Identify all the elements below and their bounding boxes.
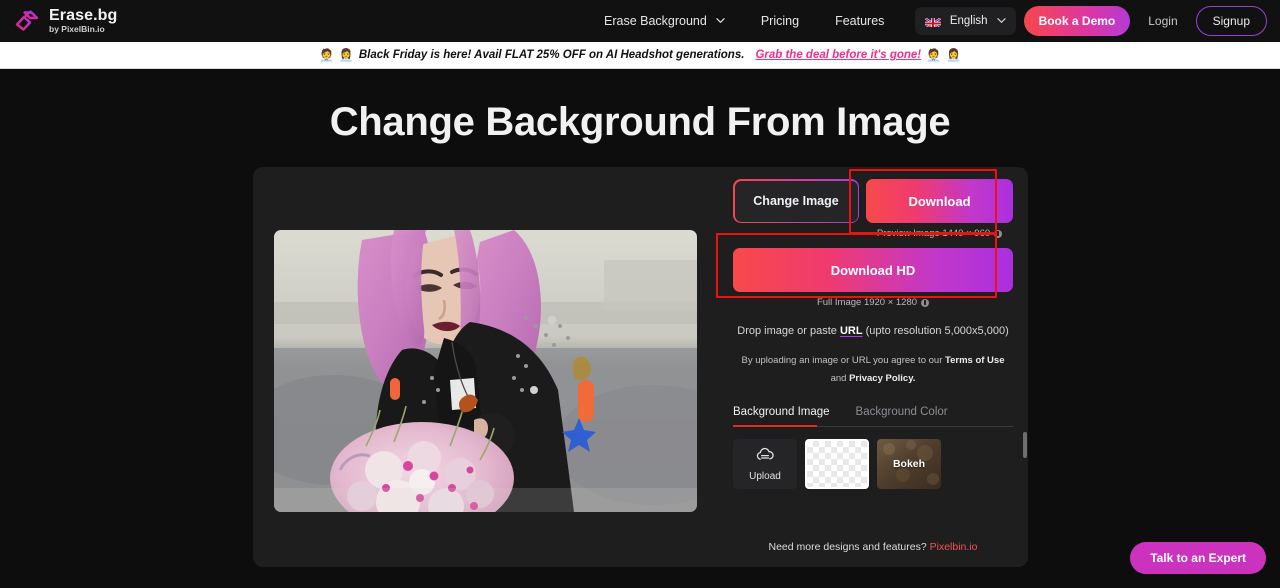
bokeh-label: Bokeh [892,458,926,470]
download-caption: Preview Image 1440 × 960 [866,228,1013,239]
drop-hint-prefix: Drop image or paste [737,325,840,337]
chevron-down-icon [716,16,725,25]
talk-to-an-expert-button[interactable]: Talk to an Expert [1130,542,1266,574]
person-emoji-icon: 🧑‍💼 [926,48,942,62]
person-emoji-icon: 👩‍💼 [338,48,354,62]
promo-banner-cta-link[interactable]: Grab the deal before it's gone! [755,49,921,61]
download-hd-group: Download HD Full Image 1920 × 1280 [733,248,1013,308]
cloud-upload-icon [755,447,775,467]
need-more-label: Need more designs and features? [768,541,930,553]
top-navigation-bar: Erase.bg by PixelBin.io Erase Background… [0,0,1280,42]
language-selector[interactable]: English [914,7,1016,35]
download-hd-caption: Full Image 1920 × 1280 [733,297,1013,308]
upload-background-button[interactable]: Upload [733,439,797,489]
privacy-policy-link[interactable]: Privacy Policy. [849,373,915,384]
terms-of-use-link[interactable]: Terms of Use [945,355,1004,366]
background-tabs: Background Image Background Color [733,406,1013,427]
primary-actions-row: Change Image Download Preview Image 1440… [733,179,1013,239]
drop-hint-suffix: (upto resolution 5,000x5,000) [862,325,1009,337]
transparent-background-thumbnail[interactable] [805,439,869,489]
language-label: English [949,15,988,27]
erase-bg-logo-icon [13,7,41,35]
preview-image[interactable] [274,230,697,512]
person-emoji-icon: 👩‍💼 [946,48,962,62]
nav-item-label: Erase Background [604,14,707,28]
background-thumbnails: Upload Bokeh [733,439,1013,489]
info-icon[interactable] [921,298,930,307]
nav-actions: English Book a Demo Login Signup [914,0,1267,42]
person-emoji-icon: 🧑‍💼 [318,48,334,62]
page-title: Change Background From Image [329,100,951,144]
url-link[interactable]: URL [840,325,863,337]
terms-and: and [830,373,850,384]
nav-item-label: Pricing [760,14,800,28]
brand-logo-link[interactable]: Erase.bg by PixelBin.io [13,7,117,35]
need-more-designs-text: Need more designs and features? Pixelbin… [718,541,1028,553]
terms-text: By uploading an image or URL you agree t… [733,352,1013,388]
download-hd-caption-text: Full Image 1920 × 1280 [816,297,918,308]
download-button[interactable]: Download [866,179,1013,223]
panel-scrollbar-track[interactable] [1022,167,1028,567]
change-image-button[interactable]: Change Image [734,180,858,222]
tab-background-color[interactable]: Background Color [856,406,948,426]
terms-prefix: By uploading an image or URL you agree t… [741,355,945,366]
promo-banner: 🧑‍💼 👩‍💼 Black Friday is here! Avail FLAT… [0,42,1280,69]
nav-item-features[interactable]: Features [835,14,884,28]
tab-background-image[interactable]: Background Image [733,406,830,426]
signup-button[interactable]: Signup [1195,6,1267,36]
info-icon[interactable] [994,229,1003,238]
nav-item-pricing[interactable]: Pricing [761,14,799,28]
brand-title: Erase.bg [49,7,118,25]
nav-links: Erase Background Pricing Features Blogs [604,0,952,42]
active-tab-indicator [733,425,817,427]
nav-item-label: Features [835,14,885,28]
download-caption-text: Preview Image 1440 × 960 [876,228,991,239]
drop-hint-text: Drop image or paste URL (upto resolution… [733,323,1013,340]
uk-flag-icon [924,16,941,27]
brand-subtitle: by PixelBin.io [49,24,105,35]
editor-panel: Change Image Download Preview Image 1440… [253,167,1028,567]
promo-banner-text: Black Friday is here! Avail FLAT 25% OFF… [358,49,745,61]
pixelbin-link[interactable]: Pixelbin.io [930,541,978,553]
download-group: Download Preview Image 1440 × 960 [866,179,1013,239]
image-preview-area [253,167,718,567]
chevron-down-icon [996,16,1006,25]
change-image-button-wrapper: Change Image [733,179,859,223]
bokeh-background-thumbnail[interactable]: Bokeh [877,439,941,489]
editor-controls-panel: Change Image Download Preview Image 1440… [716,167,1028,567]
login-button[interactable]: Login [1130,6,1195,36]
panel-scrollbar-thumb[interactable] [1023,432,1027,458]
download-hd-button[interactable]: Download HD [733,248,1013,292]
nav-item-erase-background[interactable]: Erase Background [604,14,725,28]
upload-label: Upload [749,470,781,482]
book-a-demo-button[interactable]: Book a Demo [1023,6,1131,36]
